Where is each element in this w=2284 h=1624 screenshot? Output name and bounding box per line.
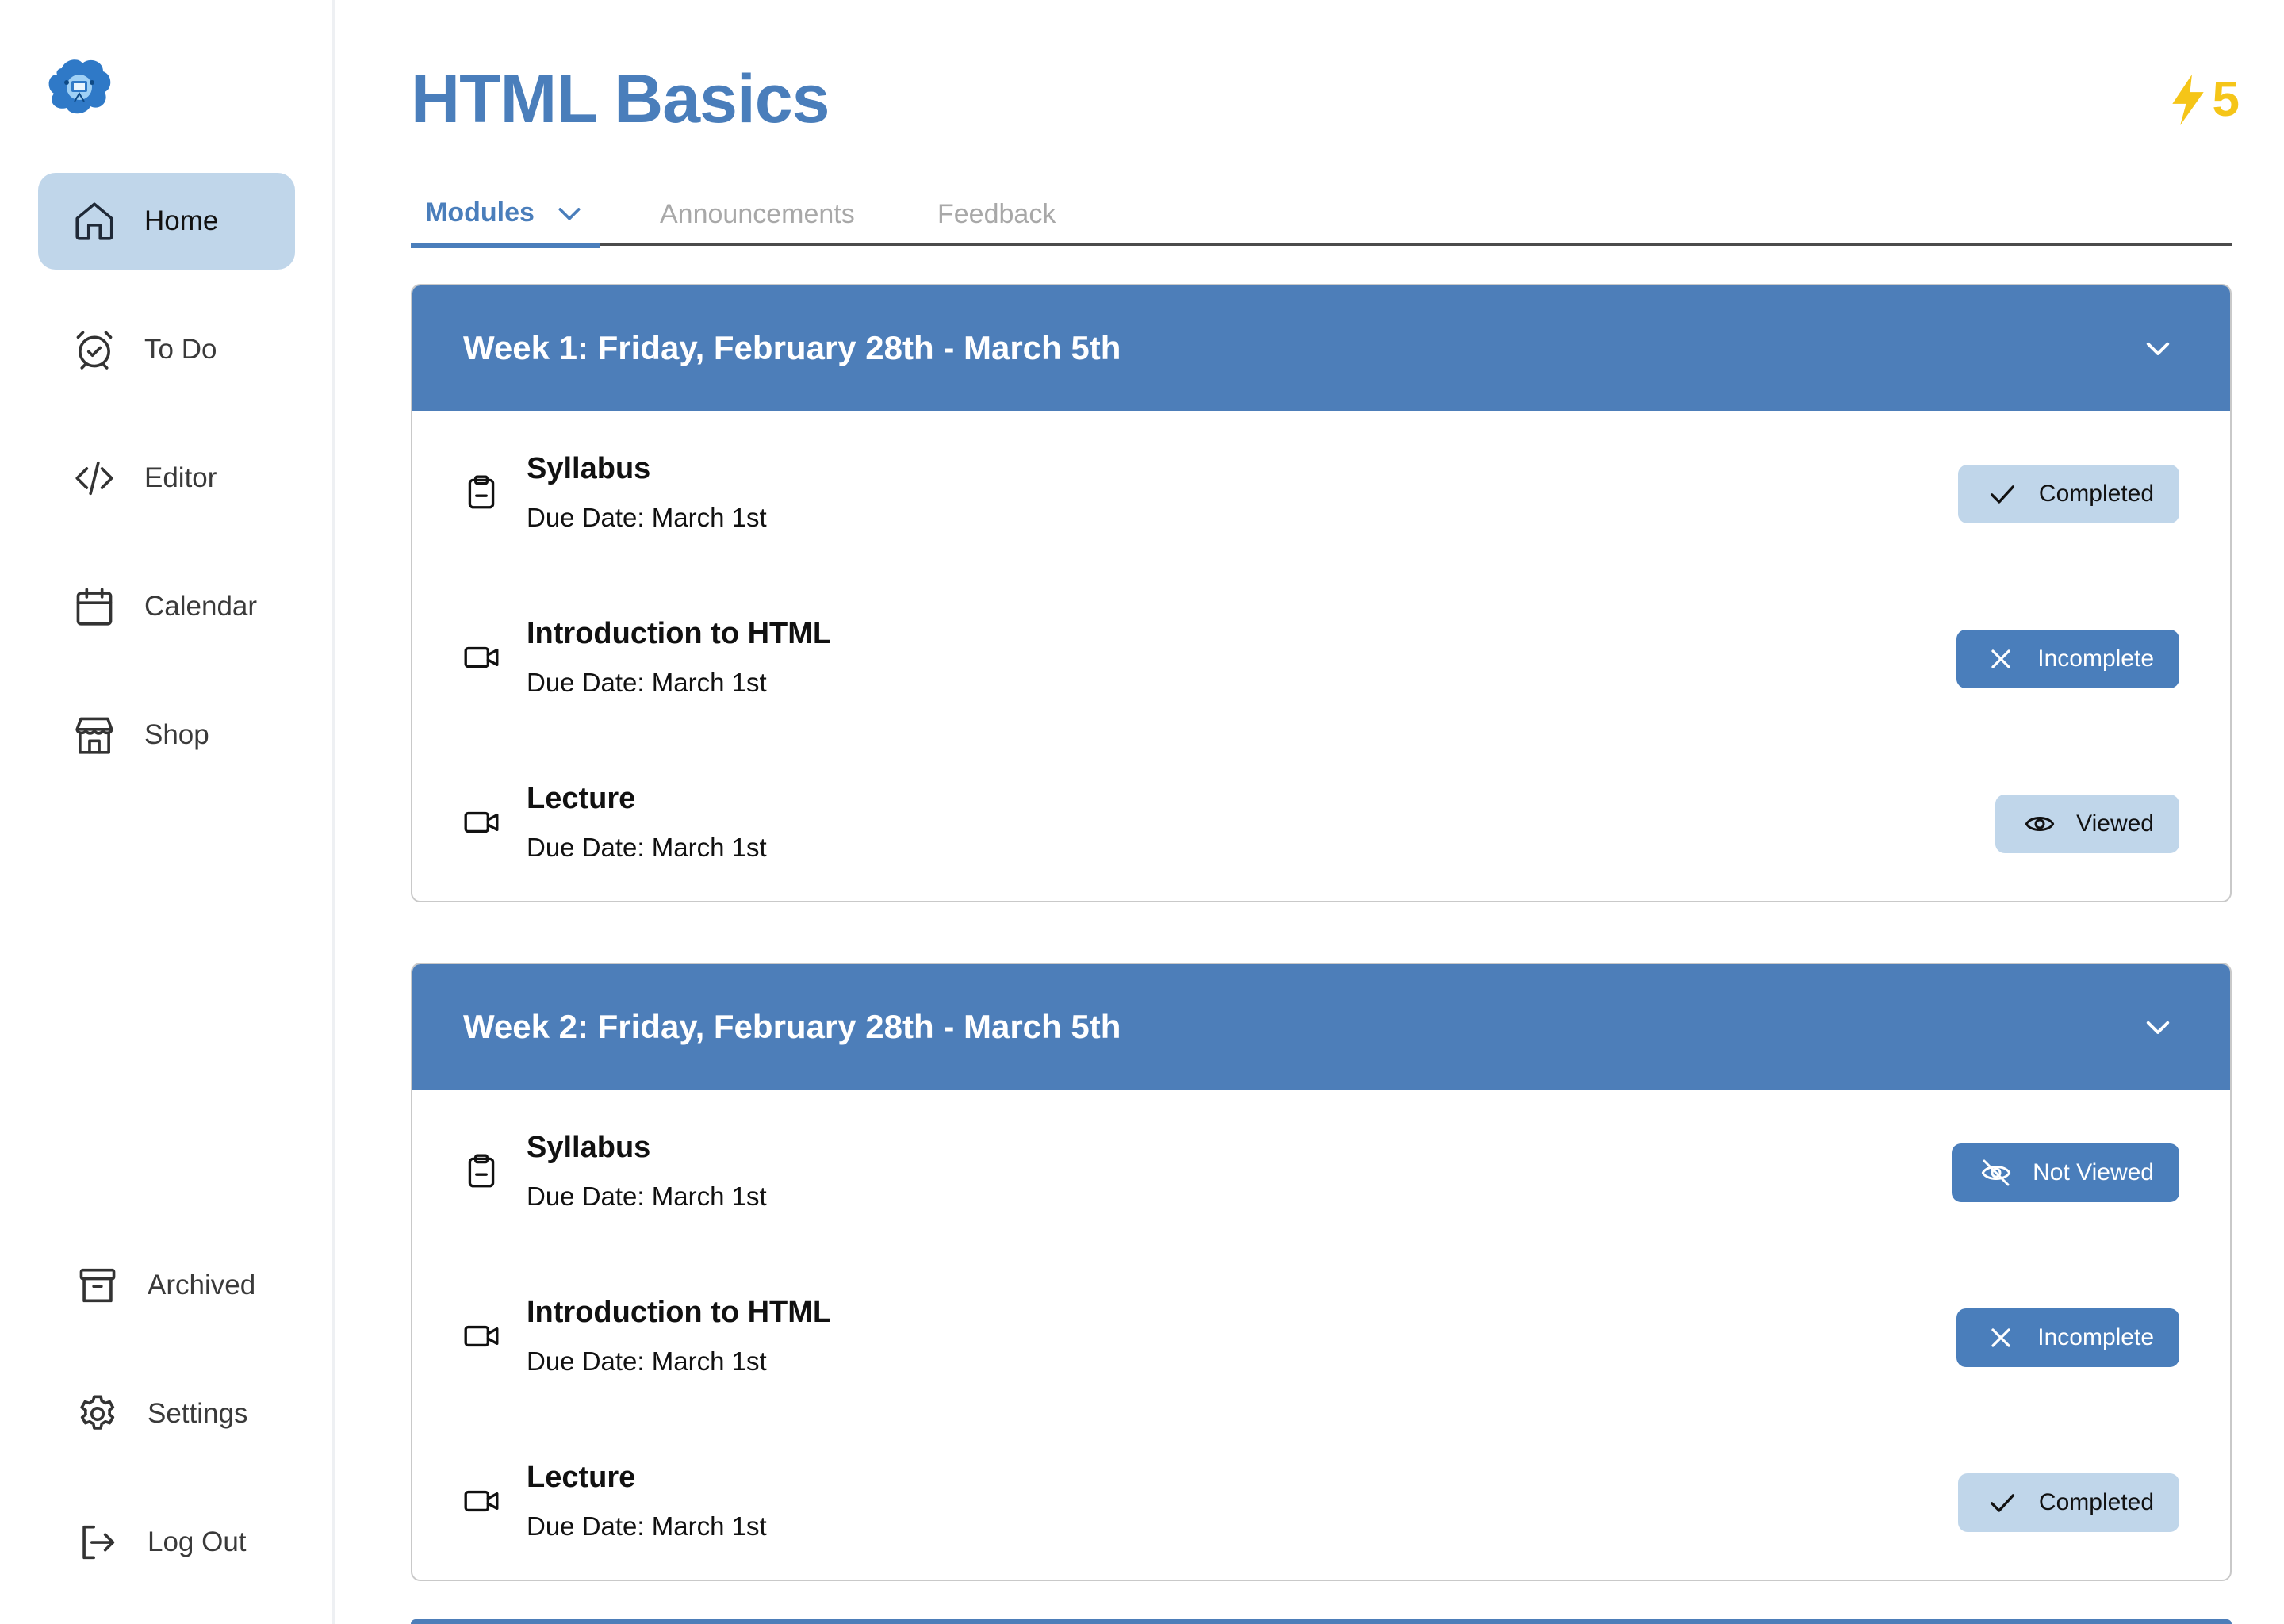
chevron-down-icon[interactable] — [554, 197, 585, 229]
item-due-date: Due Date: March 1st — [527, 1182, 767, 1211]
week-title: Week 1: Friday, February 28th - March 5t… — [463, 329, 1121, 366]
status-badge[interactable]: Incomplete — [1956, 1308, 2179, 1367]
tab-announcements[interactable]: Announcements — [660, 182, 855, 246]
item-title: Syllabus — [527, 1131, 651, 1164]
store-icon — [71, 712, 117, 758]
brain-mascot-logo[interactable] — [46, 57, 113, 117]
check-icon — [1990, 485, 2014, 504]
status-label: Not Viewed — [2033, 1159, 2154, 1185]
item-due-date: Due Date: March 1st — [527, 1346, 767, 1376]
video-icon — [464, 811, 499, 833]
x-icon — [1991, 1328, 2010, 1347]
item-title: Lecture — [527, 782, 636, 815]
status-label: Completed — [2038, 481, 2154, 507]
next-week-panel-edge — [411, 1619, 2232, 1624]
sidebar-item-label: To Do — [144, 334, 217, 365]
app: Home To Do Editor Calendar Shop Archived… — [0, 0, 2284, 1624]
sidebar-item-label: Archived — [148, 1270, 256, 1300]
eye-icon — [2025, 817, 2055, 831]
sidebar-item-home[interactable]: Home — [38, 173, 295, 270]
sidebar-item-logout[interactable]: Log Out — [38, 1494, 295, 1591]
home-icon — [71, 198, 117, 244]
video-icon — [464, 1490, 499, 1512]
tab-label: Announcements — [660, 198, 855, 229]
alarm-clock-icon — [71, 327, 117, 373]
tab-feedback[interactable]: Feedback — [937, 182, 1056, 246]
status-label: Incomplete — [2037, 1324, 2154, 1350]
calendar-icon — [71, 584, 117, 630]
points-display: 5 — [2168, 71, 2240, 128]
item-title: Lecture — [527, 1461, 636, 1494]
lightning-icon — [2171, 74, 2204, 125]
item-due-date: Due Date: March 1st — [527, 668, 767, 697]
points-count: 5 — [2212, 72, 2240, 127]
status-label: Viewed — [2076, 810, 2154, 837]
video-icon — [464, 1325, 499, 1347]
sidebar-item-label: Home — [144, 205, 219, 236]
item-due-date: Due Date: March 1st — [527, 833, 767, 862]
video-icon — [464, 646, 499, 668]
sidebar-item-label: Calendar — [144, 591, 258, 622]
check-icon — [1990, 1494, 2014, 1512]
sidebar: Home To Do Editor Calendar Shop Archived… — [0, 0, 335, 1624]
sidebar-item-label: Editor — [144, 462, 217, 493]
item-title: Introduction to HTML — [527, 617, 832, 650]
sidebar-item-label: Log Out — [148, 1526, 247, 1557]
logout-icon — [75, 1519, 121, 1565]
clipboard-icon — [468, 475, 495, 509]
item-due-date: Due Date: March 1st — [527, 1511, 767, 1541]
eye-off-icon — [1981, 1159, 2011, 1186]
x-icon — [1991, 649, 2010, 668]
status-badge[interactable]: Not Viewed — [1952, 1143, 2179, 1202]
gear-icon — [75, 1391, 121, 1437]
status-badge[interactable]: Viewed — [1995, 795, 2179, 853]
sidebar-item-calendar[interactable]: Calendar — [38, 558, 295, 655]
sidebar-item-shop[interactable]: Shop — [38, 687, 295, 783]
item-title: Syllabus — [527, 452, 651, 485]
week-header[interactable]: Week 2: Friday, February 28th - March 5t… — [412, 964, 2230, 1090]
page-title: HTML Basics — [411, 61, 830, 137]
code-icon — [71, 455, 117, 501]
module-item[interactable]: Syllabus Due Date: March 1st Completed — [412, 411, 2230, 576]
clipboard-icon — [468, 1154, 495, 1188]
item-due-date: Due Date: March 1st — [527, 503, 767, 532]
module-item[interactable]: Lecture Due Date: March 1st Viewed — [412, 741, 2230, 901]
sidebar-item-label: Settings — [148, 1398, 248, 1429]
week-panel: Week 1: Friday, February 28th - March 5t… — [411, 284, 2232, 902]
tab-label: Feedback — [937, 198, 1056, 229]
tab-bar: Modules Announcements Feedback — [411, 182, 2232, 248]
tab-label: Modules — [425, 197, 535, 228]
week-panel: Week 2: Friday, February 28th - March 5t… — [411, 963, 2232, 1581]
status-label: Completed — [2038, 1489, 2154, 1515]
sidebar-item-todo[interactable]: To Do — [38, 301, 295, 398]
module-item[interactable]: Syllabus Due Date: March 1st Not Viewed — [412, 1090, 2230, 1254]
chevron-down-icon[interactable] — [2141, 1010, 2175, 1044]
module-item[interactable]: Lecture Due Date: March 1st Completed — [412, 1419, 2230, 1580]
sidebar-item-settings[interactable]: Settings — [38, 1365, 295, 1462]
status-badge[interactable]: Completed — [1957, 1473, 2179, 1532]
sidebar-item-archived[interactable]: Archived — [38, 1237, 295, 1334]
archive-icon — [75, 1262, 121, 1308]
week-title: Week 2: Friday, February 28th - March 5t… — [463, 1008, 1121, 1045]
status-badge[interactable]: Completed — [1957, 465, 2179, 523]
module-item[interactable]: Introduction to HTML Due Date: March 1st… — [412, 576, 2230, 741]
status-label: Incomplete — [2037, 645, 2154, 672]
tab-modules[interactable]: Modules — [411, 182, 600, 248]
sidebar-item-editor[interactable]: Editor — [38, 430, 295, 527]
module-item[interactable]: Introduction to HTML Due Date: March 1st… — [412, 1254, 2230, 1419]
chevron-down-icon[interactable] — [2141, 331, 2175, 365]
status-badge[interactable]: Incomplete — [1956, 630, 2179, 688]
sidebar-item-label: Shop — [144, 719, 209, 750]
week-header[interactable]: Week 1: Friday, February 28th - March 5t… — [412, 285, 2230, 411]
item-title: Introduction to HTML — [527, 1296, 832, 1329]
